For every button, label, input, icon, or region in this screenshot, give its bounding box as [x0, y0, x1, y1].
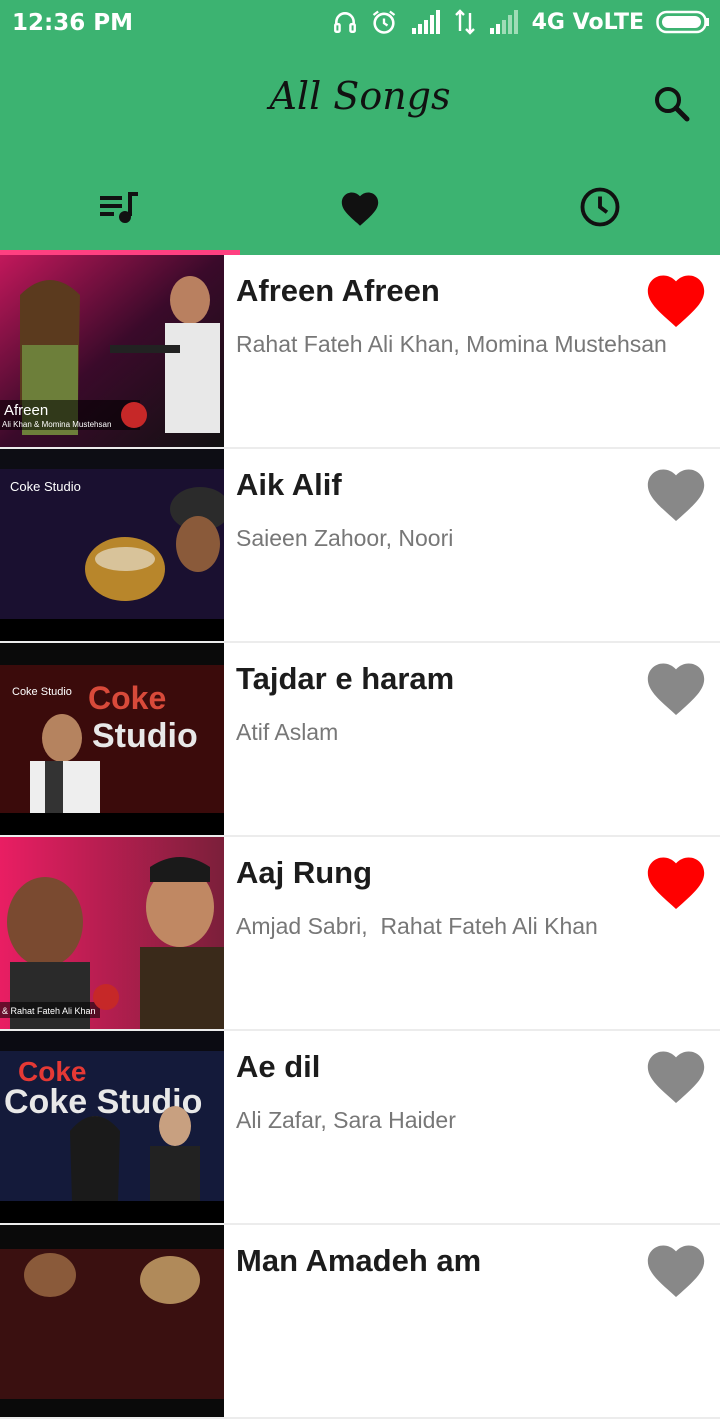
- song-thumbnail: Coke Coke Studio: [0, 1031, 224, 1223]
- song-row[interactable]: & Rahat Fateh Ali Khan Aaj Rung Amjad Sa…: [0, 837, 720, 1029]
- song-artists: Ali Zafar, Sara Haider: [236, 1107, 456, 1133]
- song-thumbnail: & Rahat Fateh Ali Khan: [0, 837, 224, 1029]
- thumb-caption: & Rahat Fateh Ali Khan: [2, 1006, 96, 1016]
- signal-icon: [411, 10, 440, 34]
- tab-all-songs[interactable]: [0, 158, 240, 255]
- svg-text:Coke: Coke: [88, 680, 166, 716]
- favorite-heart-icon[interactable]: [642, 849, 710, 911]
- song-thumbnail: Coke Studio Coke Studio: [0, 643, 224, 835]
- playlist-icon: [100, 191, 138, 223]
- song-artists: Rahat Fateh Ali Khan, Momina Mustehsan: [236, 331, 667, 357]
- song-row[interactable]: Coke Studio Aik Alif Saieen Zahoor, Noor…: [0, 449, 720, 641]
- data-transfer-icon: [454, 9, 475, 35]
- headphones-icon: [333, 12, 356, 33]
- app-bar: All Songs: [0, 50, 720, 255]
- signal-weak-icon: [489, 10, 518, 34]
- thumb-caption: Coke Studio: [12, 686, 72, 698]
- song-title: Man Amadeh am: [236, 1243, 482, 1278]
- thumb-caption: Coke Studio: [10, 479, 81, 494]
- network-label: 4G VoLTE: [531, 9, 644, 35]
- battery-icon: [656, 10, 709, 34]
- favorite-heart-icon[interactable]: [642, 461, 710, 523]
- heart-icon: [341, 191, 379, 226]
- status-icons: 4G VoLTE: [332, 8, 710, 36]
- clock-icon: [580, 187, 620, 226]
- tab-recent[interactable]: [480, 158, 720, 255]
- song-title: Afreen Afreen: [236, 273, 440, 308]
- song-thumbnail: [0, 1225, 224, 1417]
- song-row[interactable]: Coke Studio Coke Studio Tajdar e haram A…: [0, 643, 720, 835]
- song-artists: Atif Aslam: [236, 719, 339, 745]
- song-row[interactable]: Afreen Ali Khan & Momina Mustehsan Afree…: [0, 255, 720, 447]
- song-artists: Saieen Zahoor, Noori: [236, 525, 454, 551]
- favorite-heart-icon[interactable]: [642, 1043, 710, 1105]
- favorite-heart-icon[interactable]: [642, 1237, 710, 1299]
- tab-favorites[interactable]: [240, 158, 480, 255]
- search-button[interactable]: [648, 80, 696, 128]
- status-bar: 12:36 PM 4G VoLTE: [0, 0, 720, 50]
- thumb-caption: Afreen: [4, 402, 48, 419]
- favorite-heart-icon[interactable]: [642, 267, 710, 329]
- song-row[interactable]: Coke Coke Studio Ae dil Ali Zafar, Sara …: [0, 1031, 720, 1223]
- search-icon: [655, 87, 690, 122]
- tab-bar: [0, 158, 720, 255]
- status-time: 12:36 PM: [12, 10, 133, 36]
- thumb-subcaption: Ali Khan & Momina Mustehsan: [2, 420, 111, 429]
- song-thumbnail: Coke Studio: [0, 449, 224, 641]
- page-title: All Songs: [269, 74, 451, 118]
- favorite-heart-icon[interactable]: [642, 655, 710, 717]
- song-title: Aaj Rung: [236, 855, 373, 890]
- song-artists: Amjad Sabri, Rahat Fateh Ali Khan: [236, 913, 598, 939]
- song-thumbnail: Afreen Ali Khan & Momina Mustehsan: [0, 255, 224, 447]
- svg-text:Studio: Studio: [92, 717, 198, 755]
- song-list: Afreen Ali Khan & Momina Mustehsan Afree…: [0, 255, 720, 1419]
- song-title: Aik Alif: [236, 467, 342, 502]
- song-title: Ae dil: [236, 1049, 321, 1084]
- alarm-icon: [372, 10, 395, 34]
- song-title: Tajdar e haram: [236, 661, 455, 696]
- song-row[interactable]: Man Amadeh am: [0, 1225, 720, 1417]
